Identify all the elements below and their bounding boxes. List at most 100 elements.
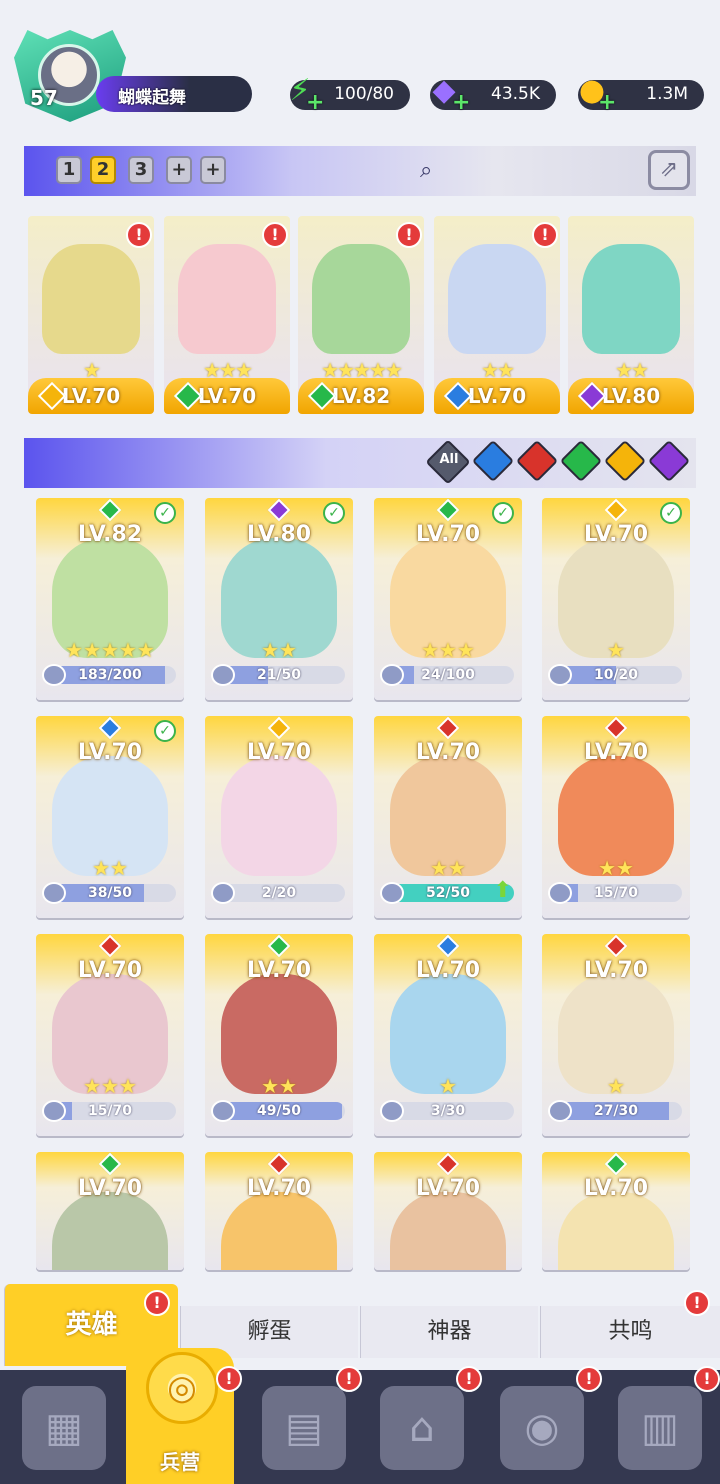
barracks-icon: ◎ xyxy=(146,1352,218,1424)
hero-card[interactable]: LV.70 xyxy=(36,1152,184,1270)
check-icon: ✓ xyxy=(492,502,514,524)
check-icon: ✓ xyxy=(154,502,176,524)
team-tab-add-1[interactable]: + xyxy=(166,156,192,184)
team-hero-card[interactable]: ★★ LV.80 xyxy=(568,216,694,414)
hero-level: LV.70 xyxy=(583,522,649,547)
hero-stars: ★ xyxy=(439,1074,457,1098)
share-icon[interactable]: ⇗ xyxy=(648,150,690,190)
alert-icon: ! xyxy=(336,1366,362,1392)
check-icon: ✓ xyxy=(660,502,682,524)
alert-icon: ! xyxy=(396,222,422,248)
hero-stars: ★★ xyxy=(261,1074,297,1098)
element-gem-icon xyxy=(604,1152,628,1176)
element-gem-icon xyxy=(604,716,628,740)
hero-portrait xyxy=(52,1192,168,1270)
tab-artifacts[interactable]: 神器 xyxy=(360,1306,538,1358)
hero-level: LV.70 xyxy=(415,522,481,547)
hero-card[interactable]: LV.70 2/20 xyxy=(205,716,353,918)
hero-card[interactable]: LV.70 xyxy=(374,1152,522,1270)
alert-icon: ! xyxy=(216,1366,242,1392)
hero-card[interactable]: LV.70 xyxy=(205,1152,353,1270)
hero-card[interactable]: LV.70 ✓ ★ 10/20 xyxy=(542,498,690,700)
fragment-icon xyxy=(42,882,66,904)
team-selector-bar xyxy=(24,146,696,196)
hero-level: LV.70 xyxy=(583,740,649,765)
book-icon[interactable]: ▤ xyxy=(262,1386,346,1470)
alert-icon: ! xyxy=(576,1366,602,1392)
hero-card[interactable]: LV.70 ★ 3/30 xyxy=(374,934,522,1136)
element-gem-icon xyxy=(604,498,628,522)
check-icon: ✓ xyxy=(323,502,345,524)
hero-card[interactable]: LV.70 ★★ 49/50 xyxy=(205,934,353,1136)
element-gem-icon xyxy=(604,934,628,958)
player-name[interactable]: 蝴蝶起舞 xyxy=(96,76,252,112)
hero-card[interactable]: LV.70 ★★ 52/50 ⬆ xyxy=(374,716,522,918)
hero-card[interactable]: LV.70 ★★★ 15/70 xyxy=(36,934,184,1136)
hero-card[interactable]: LV.70 ★ 27/30 xyxy=(542,934,690,1136)
gem-value: 43.5K xyxy=(491,84,540,104)
energy-value: 100/80 xyxy=(334,84,394,104)
hero-level: LV.70 xyxy=(77,1176,143,1201)
alert-icon: ! xyxy=(694,1366,720,1392)
fragment-icon xyxy=(548,664,572,686)
hero-level: LV.70 xyxy=(77,958,143,983)
search-icon[interactable]: ⌕ xyxy=(420,158,432,183)
player-level: 57 xyxy=(30,86,58,110)
fragment-icon xyxy=(548,1100,572,1122)
check-icon: ✓ xyxy=(154,720,176,742)
hero-stars: ★★ xyxy=(430,856,466,880)
fragment-icon xyxy=(211,882,235,904)
bottom-nav xyxy=(0,1370,720,1484)
castle-icon[interactable]: ⌂ xyxy=(380,1386,464,1470)
hero-level: LV.70 xyxy=(415,958,481,983)
guild-icon[interactable]: ◉ xyxy=(500,1386,584,1470)
hero-card[interactable]: LV.70 ✓ ★★★ 24/100 xyxy=(374,498,522,700)
hero-level: LV.70 xyxy=(583,958,649,983)
team-tab-add-2[interactable]: + xyxy=(200,156,226,184)
fragment-icon xyxy=(211,1100,235,1122)
hero-stars: ★★ xyxy=(261,638,297,662)
hero-portrait xyxy=(448,244,546,354)
element-gem-icon xyxy=(98,1152,122,1176)
team-tab-1[interactable]: 1 xyxy=(56,156,82,184)
add-energy-icon[interactable]: + xyxy=(306,90,324,115)
element-gem-icon xyxy=(436,1152,460,1176)
hero-portrait xyxy=(42,244,140,354)
hero-card[interactable]: LV.82 ✓ ★★★★★ 183/200 xyxy=(36,498,184,700)
alert-icon: ! xyxy=(126,222,152,248)
element-gem-icon xyxy=(267,934,291,958)
scroll-icon[interactable]: ▥ xyxy=(618,1386,702,1470)
hero-level: LV.70 xyxy=(583,1176,649,1201)
element-gem-icon xyxy=(98,498,122,522)
hero-card[interactable]: LV.70 ✓ ★★ 38/50 xyxy=(36,716,184,918)
alert-icon: ! xyxy=(456,1366,482,1392)
fragment-icon xyxy=(380,664,404,686)
hero-portrait xyxy=(312,244,410,354)
hero-stars: ★ xyxy=(607,1074,625,1098)
hero-card[interactable]: LV.70 ★★ 15/70 xyxy=(542,716,690,918)
element-gem-icon xyxy=(98,716,122,740)
element-gem-icon xyxy=(267,498,291,522)
hero-level: LV.70 xyxy=(246,1176,312,1201)
fragment-icon xyxy=(380,882,404,904)
fragment-icon xyxy=(42,1100,66,1122)
hero-level: LV.82 xyxy=(77,522,143,547)
add-gems-icon[interactable]: + xyxy=(452,90,470,115)
alert-icon: ! xyxy=(262,222,288,248)
element-gem-icon xyxy=(436,934,460,958)
hero-portrait xyxy=(390,1192,506,1270)
element-gem-icon xyxy=(267,716,291,740)
hero-portrait xyxy=(178,244,276,354)
hero-stars: ★★ xyxy=(598,856,634,880)
hero-level: LV.70 xyxy=(77,740,143,765)
cards-icon[interactable]: ▦ xyxy=(22,1386,106,1470)
team-tab-2[interactable]: 2 xyxy=(90,156,116,184)
upgrade-arrow-icon: ⬆ xyxy=(493,878,512,903)
hero-card[interactable]: LV.80 ✓ ★★ 21/50 xyxy=(205,498,353,700)
hero-level: LV.70 xyxy=(415,740,481,765)
hero-card[interactable]: LV.70 xyxy=(542,1152,690,1270)
team-tab-3[interactable]: 3 xyxy=(128,156,154,184)
hero-stars: ★★★ xyxy=(83,1074,137,1098)
add-gold-icon[interactable]: + xyxy=(598,90,616,115)
nav-barracks-label: 兵营 xyxy=(160,1450,200,1474)
